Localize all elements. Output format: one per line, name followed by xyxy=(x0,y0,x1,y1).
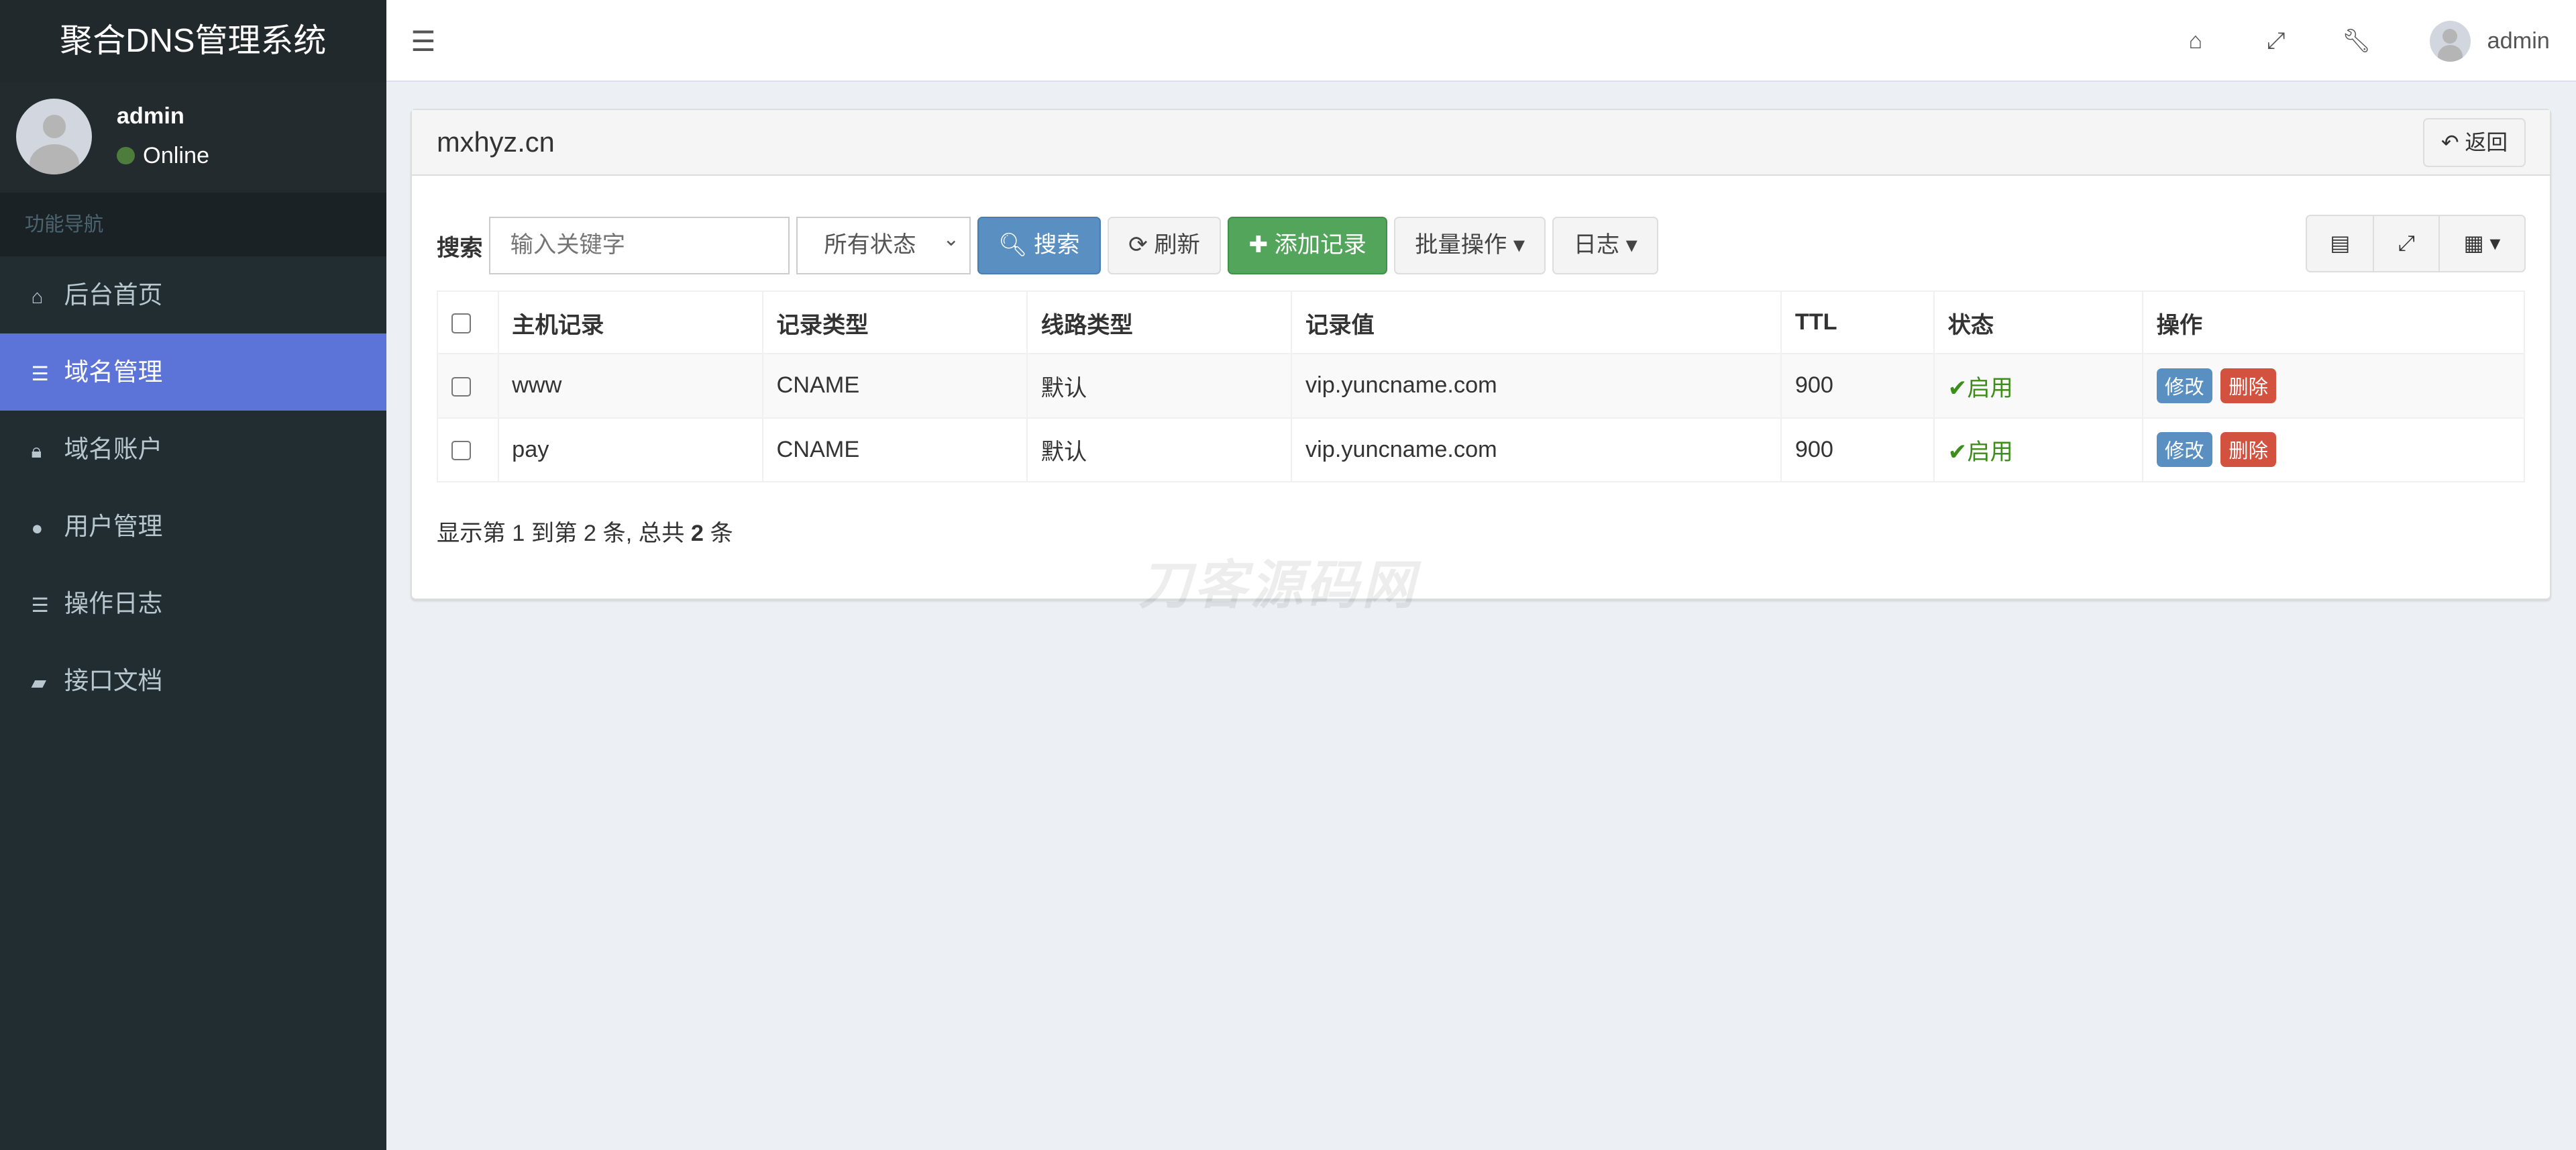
refresh-button[interactable]: ⟳ 刷新 xyxy=(1107,216,1222,274)
sidebar-item-home[interactable]: ⌂ 后台首页 xyxy=(0,256,386,333)
list-icon: ☰ xyxy=(31,363,49,386)
columns-icon[interactable]: ▦ ▾ xyxy=(2438,216,2524,272)
pagination-text: 显示第 1 到第 2 条, 总共 xyxy=(436,521,691,547)
cell-ttl: 900 xyxy=(1780,353,1935,419)
sidebar-item-users[interactable]: ● 用户管理 xyxy=(0,488,386,565)
avatar xyxy=(16,98,93,174)
refresh-icon: ⟳ xyxy=(1128,231,1148,258)
reply-icon: ↶ xyxy=(2440,129,2465,154)
label: 日志 xyxy=(1573,231,1620,258)
edit-button[interactable]: 修改 xyxy=(2156,432,2212,468)
delete-button[interactable]: 删除 xyxy=(2220,432,2277,468)
cell-value: vip.yuncname.com xyxy=(1291,353,1782,419)
topbar-user[interactable]: admin xyxy=(2487,28,2550,54)
sidebar-item-label: 用户管理 xyxy=(64,513,163,541)
sidebar-item-label: 域名账户 xyxy=(64,435,163,464)
domain-panel: mxhyz.cn ↶ 返回 搜索 所有状态 🔍︎ 搜索 ⟳ 刷新 ✚ 添加记录 … xyxy=(411,108,2552,600)
table-row: pay CNAME 默认 vip.yuncname.com 900 ✔启用 修改… xyxy=(436,417,2525,483)
back-label: 返回 xyxy=(2465,129,2508,154)
batch-actions-button[interactable]: 批量操作 ▾ xyxy=(1393,216,1546,274)
sidebar-item-label: 域名管理 xyxy=(64,358,163,386)
status-text: Online xyxy=(143,143,210,169)
caret-down-icon: ▾ xyxy=(1625,231,1638,258)
col-host[interactable]: 主机记录 xyxy=(497,291,763,355)
toggle-view-icon[interactable]: ▤ xyxy=(2307,216,2373,271)
sidebar-item-label: 操作日志 xyxy=(64,590,163,618)
plus-icon: ✚ xyxy=(1248,231,1269,258)
home-icon[interactable]: ⌂ xyxy=(2155,28,2236,54)
user-icon: ● xyxy=(31,517,44,540)
table-row: www CNAME 默认 vip.yuncname.com 900 ✔启用 修改… xyxy=(436,353,2525,419)
row-checkbox[interactable] xyxy=(451,441,471,461)
sidebar-item-logs[interactable]: ☰ 操作日志 xyxy=(0,565,386,642)
pagination-info: 显示第 1 到第 2 条, 总共 2 条 xyxy=(437,514,733,547)
status-text: 启用 xyxy=(1967,439,2013,466)
search-label: 搜索 xyxy=(436,235,483,261)
sidebar-item-docs[interactable]: ▰ 接口文档 xyxy=(0,642,386,719)
user-name: admin xyxy=(116,103,184,129)
label: 添加记录 xyxy=(1274,231,1366,258)
check-circle-icon: ✔ xyxy=(1947,375,1968,401)
app-title[interactable]: 聚合DNS管理系统 xyxy=(0,0,386,83)
total-count: 2 xyxy=(690,521,704,547)
search-icon: 🔍︎ xyxy=(998,231,1028,258)
cell-type: CNAME xyxy=(761,353,1028,419)
watermark: 刀客源码网 xyxy=(1138,556,1418,615)
cell-status[interactable]: ✔启用 xyxy=(1933,417,2143,483)
expand-icon[interactable]: ⤢ xyxy=(2236,28,2316,54)
cell-type: CNAME xyxy=(761,417,1028,483)
records-table: 主机记录 记录类型 线路类型 记录值 TTL 状态 操作 www CNAME 默… xyxy=(436,291,2525,483)
sidebar-item-domains[interactable]: ☰ 域名管理 xyxy=(0,333,386,411)
edit-button[interactable]: 修改 xyxy=(2156,368,2212,403)
table-tools: ▤ ⤢ ▦ ▾ xyxy=(2306,215,2526,273)
cell-value: vip.yuncname.com xyxy=(1291,417,1782,483)
status-select[interactable]: 所有状态 xyxy=(796,213,971,274)
panel-title: mxhyz.cn xyxy=(436,126,555,158)
label: 批量操作 xyxy=(1415,231,1507,258)
log-button[interactable]: 日志 ▾ xyxy=(1552,216,1659,274)
menu-toggle-icon[interactable]: ☰ xyxy=(411,25,435,58)
caret-down-icon: ▾ xyxy=(1513,231,1525,258)
sidebar-item-label: 后台首页 xyxy=(64,281,163,309)
col-value[interactable]: 记录值 xyxy=(1291,291,1782,355)
back-button[interactable]: ↶ 返回 xyxy=(2423,117,2526,168)
add-record-button[interactable]: ✚ 添加记录 xyxy=(1228,216,1388,274)
fullscreen-icon[interactable]: ⤢ xyxy=(2373,216,2438,272)
list-alt-icon: ☰ xyxy=(31,594,49,617)
user-status: Online xyxy=(116,143,210,169)
cell-ttl: 900 xyxy=(1780,417,1935,483)
label: 刷新 xyxy=(1154,231,1200,258)
check-circle-icon: ✔ xyxy=(1947,439,1968,466)
cell-host: pay xyxy=(497,417,763,483)
user-panel: admin Online xyxy=(0,82,386,193)
col-ttl[interactable]: TTL xyxy=(1780,291,1935,355)
col-type[interactable]: 记录类型 xyxy=(761,291,1028,355)
cell-line: 默认 xyxy=(1026,353,1293,419)
delete-button[interactable]: 删除 xyxy=(2220,368,2277,403)
sidebar-item-accounts[interactable]: 🔒︎ 域名账户 xyxy=(0,411,386,488)
label: 搜索 xyxy=(1034,231,1080,258)
topbar: ☰ ⌂ ⤢ 🔧︎ admin xyxy=(386,0,2576,83)
home-icon: ⌂ xyxy=(31,286,44,309)
avatar[interactable] xyxy=(2429,20,2471,62)
col-actions: 操作 xyxy=(2141,291,2525,355)
search-button[interactable]: 🔍︎ 搜索 xyxy=(977,216,1101,274)
cell-status[interactable]: ✔启用 xyxy=(1933,353,2143,419)
select-all-checkbox[interactable] xyxy=(451,313,471,333)
wrench-icon[interactable]: 🔧︎ xyxy=(2316,28,2397,54)
row-checkbox[interactable] xyxy=(451,376,471,397)
col-status[interactable]: 状态 xyxy=(1933,291,2143,355)
nav-header: 功能导航 xyxy=(0,192,386,257)
col-line[interactable]: 线路类型 xyxy=(1026,291,1293,355)
sidebar-item-label: 接口文档 xyxy=(64,667,163,695)
cell-host: www xyxy=(497,353,763,419)
cell-line: 默认 xyxy=(1026,417,1293,483)
online-dot-icon xyxy=(116,146,135,165)
pagination-text: 条 xyxy=(703,521,733,547)
sidebar: 聚合DNS管理系统 admin Online 功能导航 ⌂ 后台首页 ☰ 域名管理 … xyxy=(0,0,386,1150)
search-input[interactable] xyxy=(489,216,790,274)
book-icon: ▰ xyxy=(31,672,47,694)
lock-icon: 🔒︎ xyxy=(31,440,42,463)
status-text: 启用 xyxy=(1967,375,2013,401)
